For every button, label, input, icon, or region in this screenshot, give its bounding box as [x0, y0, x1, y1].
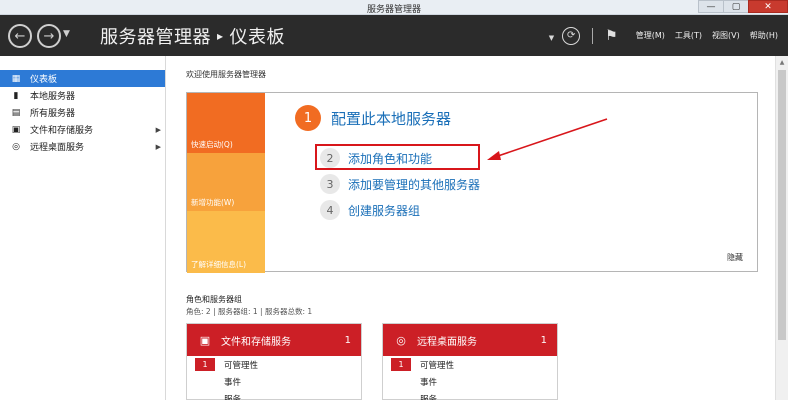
card-count: 1	[540, 334, 547, 346]
refresh-icon[interactable]: ⟳	[562, 26, 581, 45]
card-row-label: 服务	[420, 394, 438, 400]
card-title: 远程桌面服务	[417, 336, 477, 348]
tile-learn-more[interactable]: 了解详细信息(L)	[187, 211, 265, 273]
status-badge: 1	[391, 358, 411, 371]
roles-summary: 角色: 2 | 服务器组: 1 | 服务器总数: 1	[186, 307, 313, 316]
tile-quick-start[interactable]: 快速启动(Q)	[187, 93, 265, 153]
step-number: 3	[320, 174, 340, 194]
menu-view[interactable]: 视图(V)	[712, 30, 740, 41]
chevron-right-icon[interactable]: ▶	[156, 126, 161, 134]
toolbar: ← → ▼ 服务器管理器 ▸ 仪表板 ▼ ⟳ ⚑ 管理(M) 工具(T) 视图(V)…	[0, 15, 788, 56]
window-titlebar: 服务器管理器 — ▢ ✕	[0, 0, 788, 15]
sidebar-item-label: 远程桌面服务	[30, 143, 85, 153]
vertical-scrollbar[interactable]: ▲	[775, 56, 788, 400]
card-row-manageability[interactable]: 1 可管理性	[187, 356, 361, 373]
step-add-other-servers[interactable]: 3 添加要管理的其他服务器	[320, 174, 480, 194]
server-icon: ▮	[13, 90, 19, 101]
breadcrumb: 服务器管理器 ▸ 仪表板	[100, 23, 285, 49]
main-content: 欢迎使用服务器管理器 快速启动(Q) 新增功能(W) 了解详细信息(L) 1 配…	[167, 56, 775, 400]
sidebar-item-local-server[interactable]: ▮ 本地服务器	[0, 87, 165, 104]
tile-whats-new[interactable]: 新增功能(W)	[187, 153, 265, 211]
role-card-remote-desktop[interactable]: ◎ 远程桌面服务 1 1 可管理性 事件 服务	[382, 323, 558, 400]
sidebar-item-all-servers[interactable]: ▤ 所有服务器	[0, 104, 165, 121]
chevron-right-icon[interactable]: ▶	[156, 143, 161, 151]
breadcrumb-app[interactable]: 服务器管理器	[100, 27, 211, 48]
toolbar-right: ▼ ⟳ ⚑ 管理(M) 工具(T) 视图(V) 帮助(H)	[549, 15, 788, 56]
card-row-events[interactable]: 事件	[383, 373, 557, 390]
close-button[interactable]: ✕	[748, 0, 788, 13]
history-dropdown[interactable]: ▼	[63, 29, 70, 39]
tile-label: 新增功能(W)	[191, 198, 235, 207]
forward-button[interactable]: →	[37, 24, 61, 48]
card-row-label: 事件	[224, 377, 242, 388]
card-row-services[interactable]: 服务	[383, 390, 557, 400]
arrow-right-icon: →	[43, 28, 55, 44]
sidebar-item-remote-desktop[interactable]: ◎ 远程桌面服务 ▶	[0, 138, 165, 155]
step-configure-local-server[interactable]: 1 配置此本地服务器	[295, 105, 451, 131]
notification-flag-icon[interactable]: ⚑	[605, 28, 618, 44]
remote-desktop-icon: ◎	[396, 333, 406, 347]
card-row-label: 可管理性	[224, 360, 259, 371]
step-create-server-group[interactable]: 4 创建服务器组	[320, 200, 420, 220]
dashboard-icon: ▦	[11, 73, 21, 84]
card-row-events[interactable]: 事件	[187, 373, 361, 390]
scroll-up-icon[interactable]: ▲	[776, 56, 788, 68]
card-row-label: 事件	[420, 377, 438, 388]
card-row-manageability[interactable]: 1 可管理性	[383, 356, 557, 373]
storage-icon: ▣	[199, 333, 211, 347]
step-label: 添加要管理的其他服务器	[348, 177, 481, 192]
minimize-button[interactable]: —	[698, 0, 724, 13]
chevron-down-icon: ▼	[63, 29, 70, 39]
role-card-file-storage[interactable]: ▣ 文件和存储服务 1 1 可管理性 事件 服务	[186, 323, 362, 400]
welcome-panel: 快速启动(Q) 新增功能(W) 了解详细信息(L) 1 配置此本地服务器 2 添…	[186, 92, 758, 273]
chevron-down-icon: ▼	[548, 33, 555, 42]
sidebar-item-label: 本地服务器	[30, 92, 76, 102]
menu-manage[interactable]: 管理(M)	[636, 30, 665, 41]
sidebar: ▦ 仪表板 ▮ 本地服务器 ▤ 所有服务器 ▣ 文件和存储服务 ▶ ◎ 远程桌面…	[0, 56, 166, 400]
breadcrumb-separator: ▸	[217, 29, 224, 43]
card-title: 文件和存储服务	[221, 336, 291, 348]
card-count: 1	[344, 334, 351, 346]
roles-section-title: 角色和服务器组	[186, 295, 242, 304]
arrow-left-icon: ←	[14, 28, 26, 44]
sidebar-item-dashboard[interactable]: ▦ 仪表板	[0, 70, 165, 87]
annotation-arrow-icon	[487, 118, 608, 160]
step-number: 1	[295, 105, 321, 131]
step-label: 创建服务器组	[348, 203, 421, 218]
menu-help[interactable]: 帮助(H)	[750, 30, 778, 41]
status-badge: 1	[195, 358, 215, 371]
breadcrumb-page: 仪表板	[229, 27, 286, 48]
remote-desktop-icon: ◎	[12, 141, 20, 152]
back-button[interactable]: ←	[8, 24, 32, 48]
hide-button[interactable]: 隐藏	[727, 252, 743, 263]
card-header[interactable]: ◎ 远程桌面服务 1	[383, 324, 557, 356]
step-number: 4	[320, 200, 340, 220]
maximize-button[interactable]: ▢	[723, 0, 749, 13]
card-row-label: 可管理性	[420, 360, 455, 371]
sidebar-item-label: 文件和存储服务	[30, 126, 94, 136]
card-row-services[interactable]: 服务	[187, 390, 361, 400]
toolbar-divider	[592, 27, 594, 44]
servers-icon: ▤	[11, 107, 21, 118]
window-title: 服务器管理器	[366, 5, 421, 15]
tile-label: 快速启动(Q)	[191, 140, 233, 149]
refresh-dropdown[interactable]: ▼	[549, 29, 554, 43]
highlight-box	[315, 144, 480, 170]
window-controls: — ▢ ✕	[698, 0, 788, 14]
card-row-label: 服务	[224, 394, 242, 400]
scrollbar-thumb[interactable]	[778, 70, 786, 340]
menu-tools[interactable]: 工具(T)	[675, 30, 702, 41]
tile-label: 了解详细信息(L)	[191, 260, 247, 269]
sidebar-item-label: 所有服务器	[30, 109, 76, 119]
sidebar-item-file-storage[interactable]: ▣ 文件和存储服务 ▶	[0, 121, 165, 138]
welcome-title: 欢迎使用服务器管理器	[186, 70, 266, 79]
storage-icon: ▣	[11, 124, 21, 135]
step-label: 配置此本地服务器	[331, 109, 452, 128]
card-header[interactable]: ▣ 文件和存储服务 1	[187, 324, 361, 356]
sidebar-item-label: 仪表板	[30, 75, 58, 85]
